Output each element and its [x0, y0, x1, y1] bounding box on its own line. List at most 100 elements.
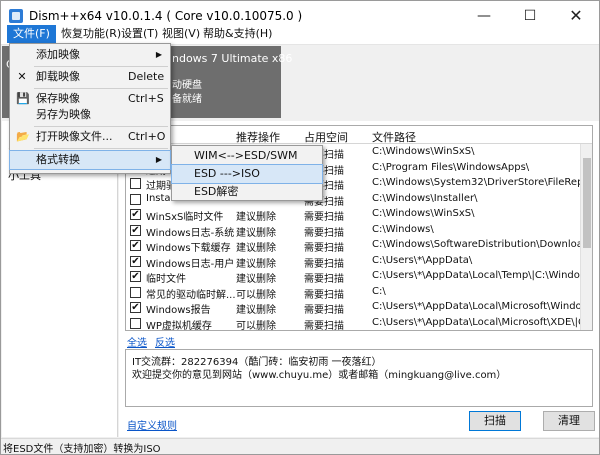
- row-action: 可以删除: [236, 289, 276, 301]
- row-action: 建议删除: [236, 258, 276, 270]
- row-size: 需要扫描: [304, 289, 344, 301]
- table-row[interactable]: ✔ Windows下载缓存 建议删除 需要扫描 C:\Windows\SoftwareD…: [126, 238, 592, 254]
- menu-shortcut: Ctrl+O: [128, 130, 166, 143]
- row-name: 临时文件: [146, 274, 186, 285]
- row-name: WinSxS临时文件: [146, 212, 224, 223]
- row-checkbox[interactable]: [130, 317, 141, 329]
- col-header-action[interactable]: 推荐操作: [236, 129, 280, 145]
- format-convert-submenu: WIM<-->ESD/SWM ESD --->ISO ESD解密: [171, 145, 323, 201]
- row-action: 建议删除: [236, 243, 276, 254]
- row-path: C:\Windows\System32\DriverStore\FileRepo…: [372, 177, 592, 188]
- menu-item-label: WIM<-->ESD/SWM: [194, 149, 298, 162]
- row-name: WP虚拟机缓存: [146, 320, 212, 331]
- submenu-item-esd-iso[interactable]: ESD --->ISO: [171, 164, 323, 184]
- row-path: C:\Windows\WinSxS\: [372, 146, 475, 157]
- row-action: 建议删除: [236, 227, 276, 239]
- row-path: C:\Users\*\AppData\Local\Temp\|C:\Window…: [372, 270, 592, 281]
- menu-item-label: 另存为映像: [36, 108, 91, 121]
- row-action: 建议删除: [236, 212, 276, 223]
- submenu-arrow-icon: ▶: [155, 155, 162, 164]
- table-row[interactable]: ✔ 临时文件 建议删除 需要扫描 C:\Users\*\AppData\Local\Te…: [126, 269, 592, 285]
- window-title: Dism++x64 v10.0.1.4 ( Core v10.0.10075.0…: [29, 9, 303, 23]
- menu-item-unmount-image[interactable]: ✕ 卸载映像 Delete: [10, 68, 170, 86]
- app-window: Dism++x64 v10.0.1.4 ( Core v10.0.10075.0…: [0, 0, 600, 455]
- row-name: Windows日志-用户: [146, 258, 235, 270]
- row-name: Windows日志-系统: [146, 227, 235, 239]
- table-row[interactable]: ✔ Windows日志-系统 建议删除 需要扫描 C:\Windows\: [126, 223, 592, 239]
- invert-selection-link[interactable]: 反选: [155, 334, 175, 349]
- image-disk-type: 动硬盘: [172, 80, 202, 91]
- row-path: C:\Program Files\WindowsApps\: [372, 161, 530, 173]
- menu-item-save-as-image[interactable]: 另存为映像: [10, 106, 170, 124]
- row-checkbox[interactable]: ✔: [130, 240, 141, 251]
- col-header-size[interactable]: 占用空间: [304, 129, 348, 145]
- submenu-item-wim-esd[interactable]: WIM<-->ESD/SWM: [172, 147, 322, 165]
- menu-separator: [34, 66, 168, 67]
- row-checkbox[interactable]: [130, 178, 141, 189]
- info-box: IT交流群：282276394（酷门砖：临安初雨 一夜落红） 欢迎提交你的意见到…: [125, 349, 593, 407]
- menu-help[interactable]: 帮助&支持(H): [197, 25, 278, 43]
- row-name: Windows报告: [146, 305, 211, 316]
- table-row[interactable]: ✔ Windows日志-用户 建议删除 需要扫描 C:\Users\*\AppData\: [126, 254, 592, 270]
- menu-item-format-convert[interactable]: 格式转换 ▶: [9, 150, 171, 170]
- row-name: 常见的驱动临时解...: [146, 289, 236, 301]
- menu-item-add-image[interactable]: 添加映像 ▶: [10, 46, 170, 64]
- row-path: C:\Windows\WinSxS\: [372, 208, 475, 219]
- info-line-contact: 欢迎提交你的意见到网站（www.chuyu.me）或者邮箱（mingkuang@…: [132, 370, 507, 381]
- scan-button[interactable]: 扫描: [469, 411, 521, 431]
- folder-open-icon: 📂: [16, 130, 30, 143]
- menu-separator: [34, 126, 168, 127]
- row-checkbox[interactable]: ✔: [130, 224, 141, 236]
- row-checkbox[interactable]: ✔: [130, 209, 141, 220]
- menu-item-label: ESD --->ISO: [194, 167, 260, 180]
- table-row[interactable]: WP虚拟机缓存 可以删除 需要扫描 C:\Users\*\AppData\Local\…: [126, 316, 592, 331]
- row-size: 需要扫描: [304, 258, 344, 270]
- table-row[interactable]: ✔ WinSxS临时文件 建议删除 需要扫描 C:\Windows\WinSxS\: [126, 207, 592, 223]
- menu-item-open-image-file[interactable]: 📂 打开映像文件... Ctrl+O: [10, 128, 170, 146]
- menu-separator: [34, 88, 168, 89]
- row-checkbox[interactable]: [130, 193, 141, 205]
- menu-item-label: 打开映像文件...: [36, 130, 113, 143]
- row-path: C:\Windows\Installer\: [372, 192, 478, 204]
- select-all-link[interactable]: 全选: [127, 334, 147, 349]
- menu-item-label: 卸载映像: [36, 70, 80, 83]
- menu-bar: 文件(F) 恢复功能(R) 设置(T) 视图(V) 帮助&支持(H): [1, 23, 599, 45]
- row-size: 需要扫描: [304, 243, 344, 254]
- row-checkbox[interactable]: ✔: [130, 255, 141, 267]
- menu-file[interactable]: 文件(F): [7, 25, 56, 43]
- table-header: 推荐操作 占用空间 文件路径: [126, 126, 592, 144]
- col-header-path[interactable]: 文件路径: [372, 129, 416, 145]
- table-row[interactable]: ✔ Windows报告 建议删除 需要扫描 C:\Users\*\AppData\Loc…: [126, 300, 592, 316]
- row-size: 需要扫描: [304, 227, 344, 239]
- image-os-name: ndows 7 Ultimate x86: [172, 52, 293, 65]
- file-menu: 添加映像 ▶ ✕ 卸载映像 Delete 💾 保存映像 Ctrl+S 另存为映像…: [9, 43, 171, 174]
- row-path: C:\Users\*\AppData\Local\Microsoft\Windo…: [372, 301, 592, 312]
- row-size: 需要扫描: [304, 320, 344, 331]
- save-icon: 💾: [16, 92, 30, 105]
- row-checkbox[interactable]: ✔: [130, 302, 141, 313]
- clean-button[interactable]: 清理: [543, 411, 595, 431]
- row-checkbox[interactable]: [130, 286, 141, 298]
- row-path: C:\: [372, 285, 386, 297]
- image-status: 备就绪: [172, 94, 202, 105]
- custom-rules-link[interactable]: 自定义规则: [127, 417, 177, 432]
- row-action: 建议删除: [236, 305, 276, 316]
- menu-item-label: 格式转换: [36, 153, 80, 166]
- table-scrollbar[interactable]: [580, 144, 592, 330]
- row-checkbox[interactable]: ✔: [130, 271, 141, 282]
- status-text: 将ESD文件（支持加密）转换为ISO: [3, 444, 161, 455]
- scroll-thumb[interactable]: [583, 158, 591, 248]
- menu-shortcut: Delete: [128, 70, 165, 83]
- submenu-arrow-icon: ▶: [155, 50, 162, 59]
- row-path: C:\Windows\SoftwareDistribution\Download…: [372, 239, 592, 250]
- row-path: C:\Users\*\AppData\Local\Microsoft\XDE\|…: [372, 316, 592, 328]
- menu-separator: [34, 148, 168, 149]
- table-row[interactable]: 常见的驱动临时解... 可以删除 需要扫描 C:\: [126, 285, 592, 301]
- row-action: 建议删除: [236, 274, 276, 285]
- submenu-item-esd-decrypt[interactable]: ESD解密: [172, 183, 322, 201]
- row-path: C:\Users\*\AppData\: [372, 254, 473, 266]
- row-action: 可以删除: [236, 320, 276, 331]
- status-bar: 将ESD文件（支持加密）转换为ISO: [1, 438, 599, 455]
- menu-item-label: ESD解密: [194, 185, 239, 198]
- row-name: Windows下载缓存: [146, 243, 231, 254]
